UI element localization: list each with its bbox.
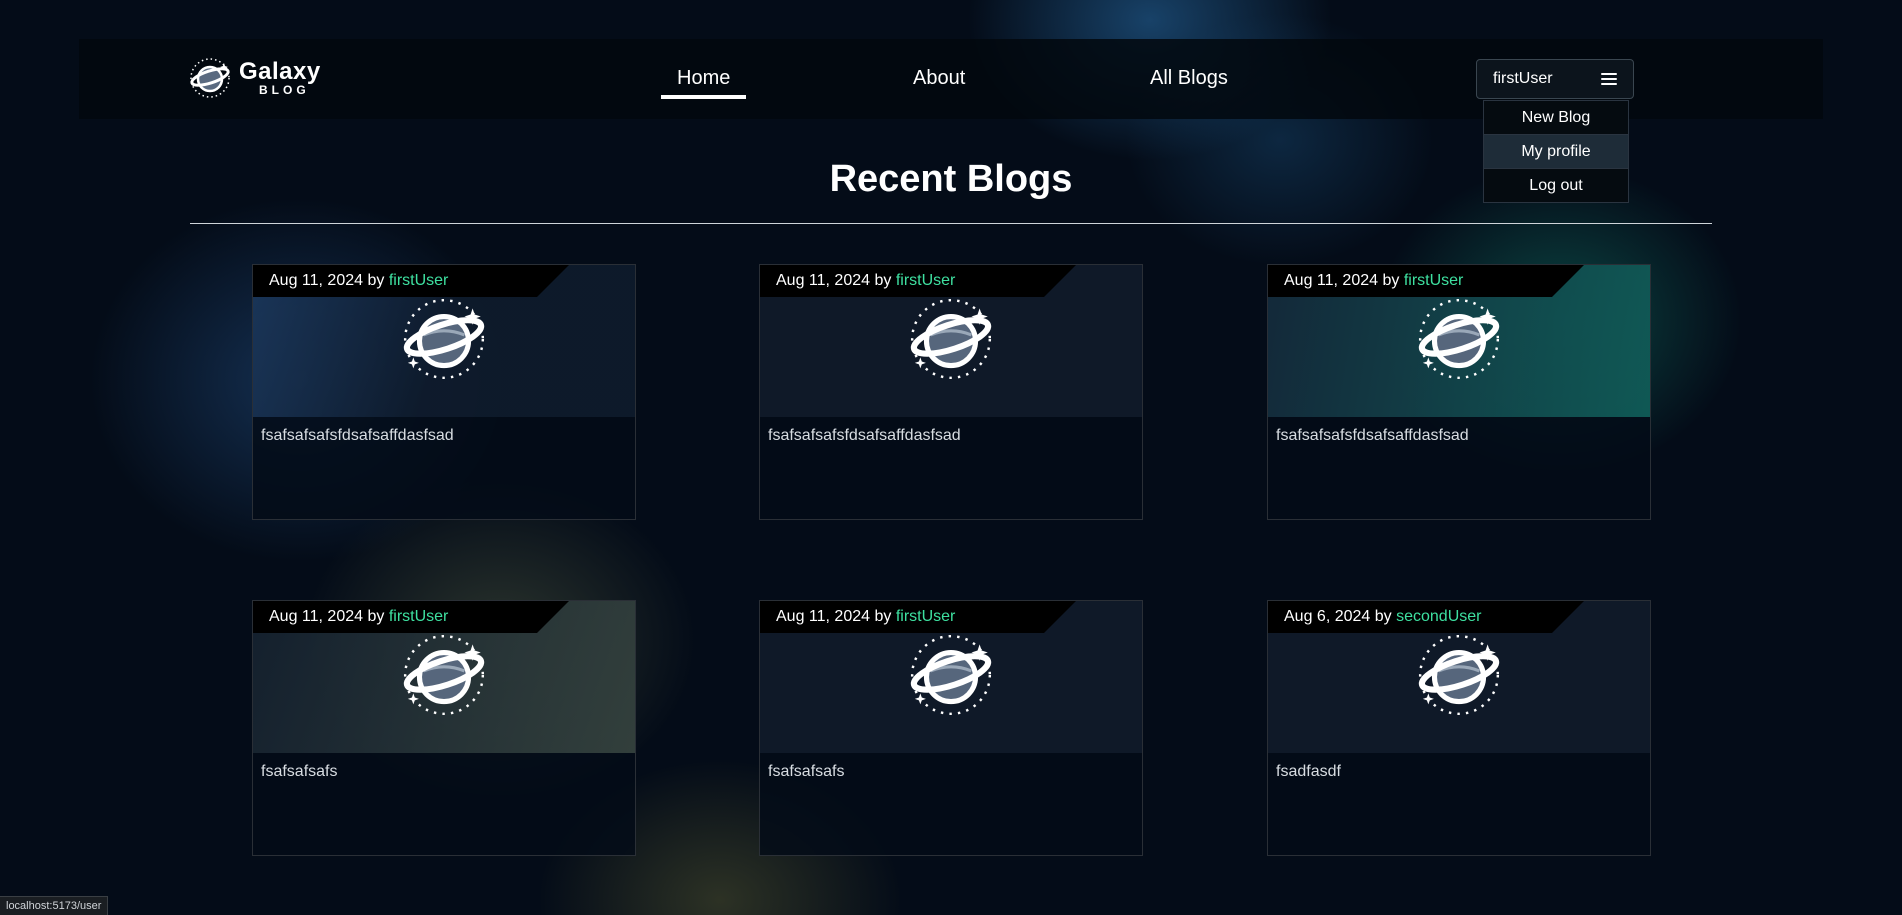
- planet-logo-icon: [397, 292, 491, 391]
- logo-subtitle: BLOG: [259, 83, 310, 97]
- blog-card-date: Aug 6, 2024: [1284, 608, 1371, 625]
- user-menu-button[interactable]: firstUser: [1476, 59, 1634, 99]
- blog-card-title: fsadfasdf: [1276, 763, 1341, 780]
- blog-card-meta: Aug 6, 2024 by secondUser: [1268, 601, 1584, 633]
- blog-card-author-link[interactable]: firstUser: [1404, 272, 1464, 289]
- blog-card[interactable]: Aug 11, 2024 by firstUser fsafsafsafs: [252, 600, 636, 856]
- title-divider: [190, 223, 1712, 224]
- blog-card-author-link[interactable]: firstUser: [389, 272, 449, 289]
- blog-card[interactable]: Aug 11, 2024 by firstUser fsafsafsafsfds…: [252, 264, 636, 520]
- blog-card-author-link[interactable]: secondUser: [1396, 608, 1481, 625]
- by-label: by: [367, 272, 385, 289]
- blog-card-title: fsafsafsafsfdsafsaffdasfsad: [1276, 427, 1469, 444]
- planet-logo-icon: [397, 628, 491, 727]
- blog-card-title: fsafsafsafs: [261, 763, 338, 780]
- by-label: by: [367, 608, 385, 625]
- blog-card-meta: Aug 11, 2024 by firstUser: [253, 265, 569, 297]
- hamburger-menu-icon: [1601, 73, 1617, 85]
- nav-about-link[interactable]: About: [913, 67, 965, 90]
- logo-title: Galaxy: [239, 58, 321, 85]
- blog-card-date: Aug 11, 2024: [776, 608, 871, 625]
- blog-card-title: fsafsafsafs: [768, 763, 845, 780]
- planet-logo-icon: [1412, 628, 1506, 727]
- username-label: firstUser: [1493, 70, 1553, 87]
- blog-card-date: Aug 11, 2024: [269, 608, 364, 625]
- blog-card-title: fsafsafsafsfdsafsaffdasfsad: [261, 427, 454, 444]
- menu-item-new-blog[interactable]: New Blog: [1484, 101, 1628, 135]
- planet-logo-icon: [904, 292, 998, 391]
- page-title: Recent Blogs: [829, 158, 1073, 200]
- planet-logo-icon: [190, 58, 230, 98]
- blog-card[interactable]: Aug 6, 2024 by secondUser fsadfasdf: [1267, 600, 1651, 856]
- blog-card[interactable]: Aug 11, 2024 by firstUser fsafsafsafsfds…: [759, 264, 1143, 520]
- by-label: by: [1382, 272, 1400, 289]
- by-label: by: [874, 272, 892, 289]
- blog-card-meta: Aug 11, 2024 by firstUser: [760, 601, 1076, 633]
- blog-card-date: Aug 11, 2024: [1284, 272, 1379, 289]
- blog-card-date: Aug 11, 2024: [776, 272, 871, 289]
- by-label: by: [1374, 608, 1392, 625]
- blog-card-meta: Aug 11, 2024 by firstUser: [1268, 265, 1584, 297]
- blog-card-date: Aug 11, 2024: [269, 272, 364, 289]
- blog-card-author-link[interactable]: firstUser: [896, 608, 956, 625]
- blog-card[interactable]: Aug 11, 2024 by firstUser fsafsafsafsfds…: [1267, 264, 1651, 520]
- blog-card-title: fsafsafsafsfdsafsaffdasfsad: [768, 427, 961, 444]
- blog-card[interactable]: Aug 11, 2024 by firstUser fsafsafsafs: [759, 600, 1143, 856]
- browser-status-bar: localhost:5173/user: [0, 896, 109, 915]
- blog-card-meta: Aug 11, 2024 by firstUser: [760, 265, 1076, 297]
- blog-card-meta: Aug 11, 2024 by firstUser: [253, 601, 569, 633]
- by-label: by: [874, 608, 892, 625]
- nav-all-blogs-link[interactable]: All Blogs: [1150, 67, 1228, 90]
- planet-logo-icon: [904, 628, 998, 727]
- blog-card-author-link[interactable]: firstUser: [896, 272, 956, 289]
- planet-logo-icon: [1412, 292, 1506, 391]
- nav-home-link[interactable]: Home: [660, 67, 747, 99]
- logo-text: Galaxy BLOG: [239, 58, 321, 97]
- galaxy-blog-logo[interactable]: Galaxy BLOG: [187, 55, 321, 101]
- blog-card-author-link[interactable]: firstUser: [389, 608, 449, 625]
